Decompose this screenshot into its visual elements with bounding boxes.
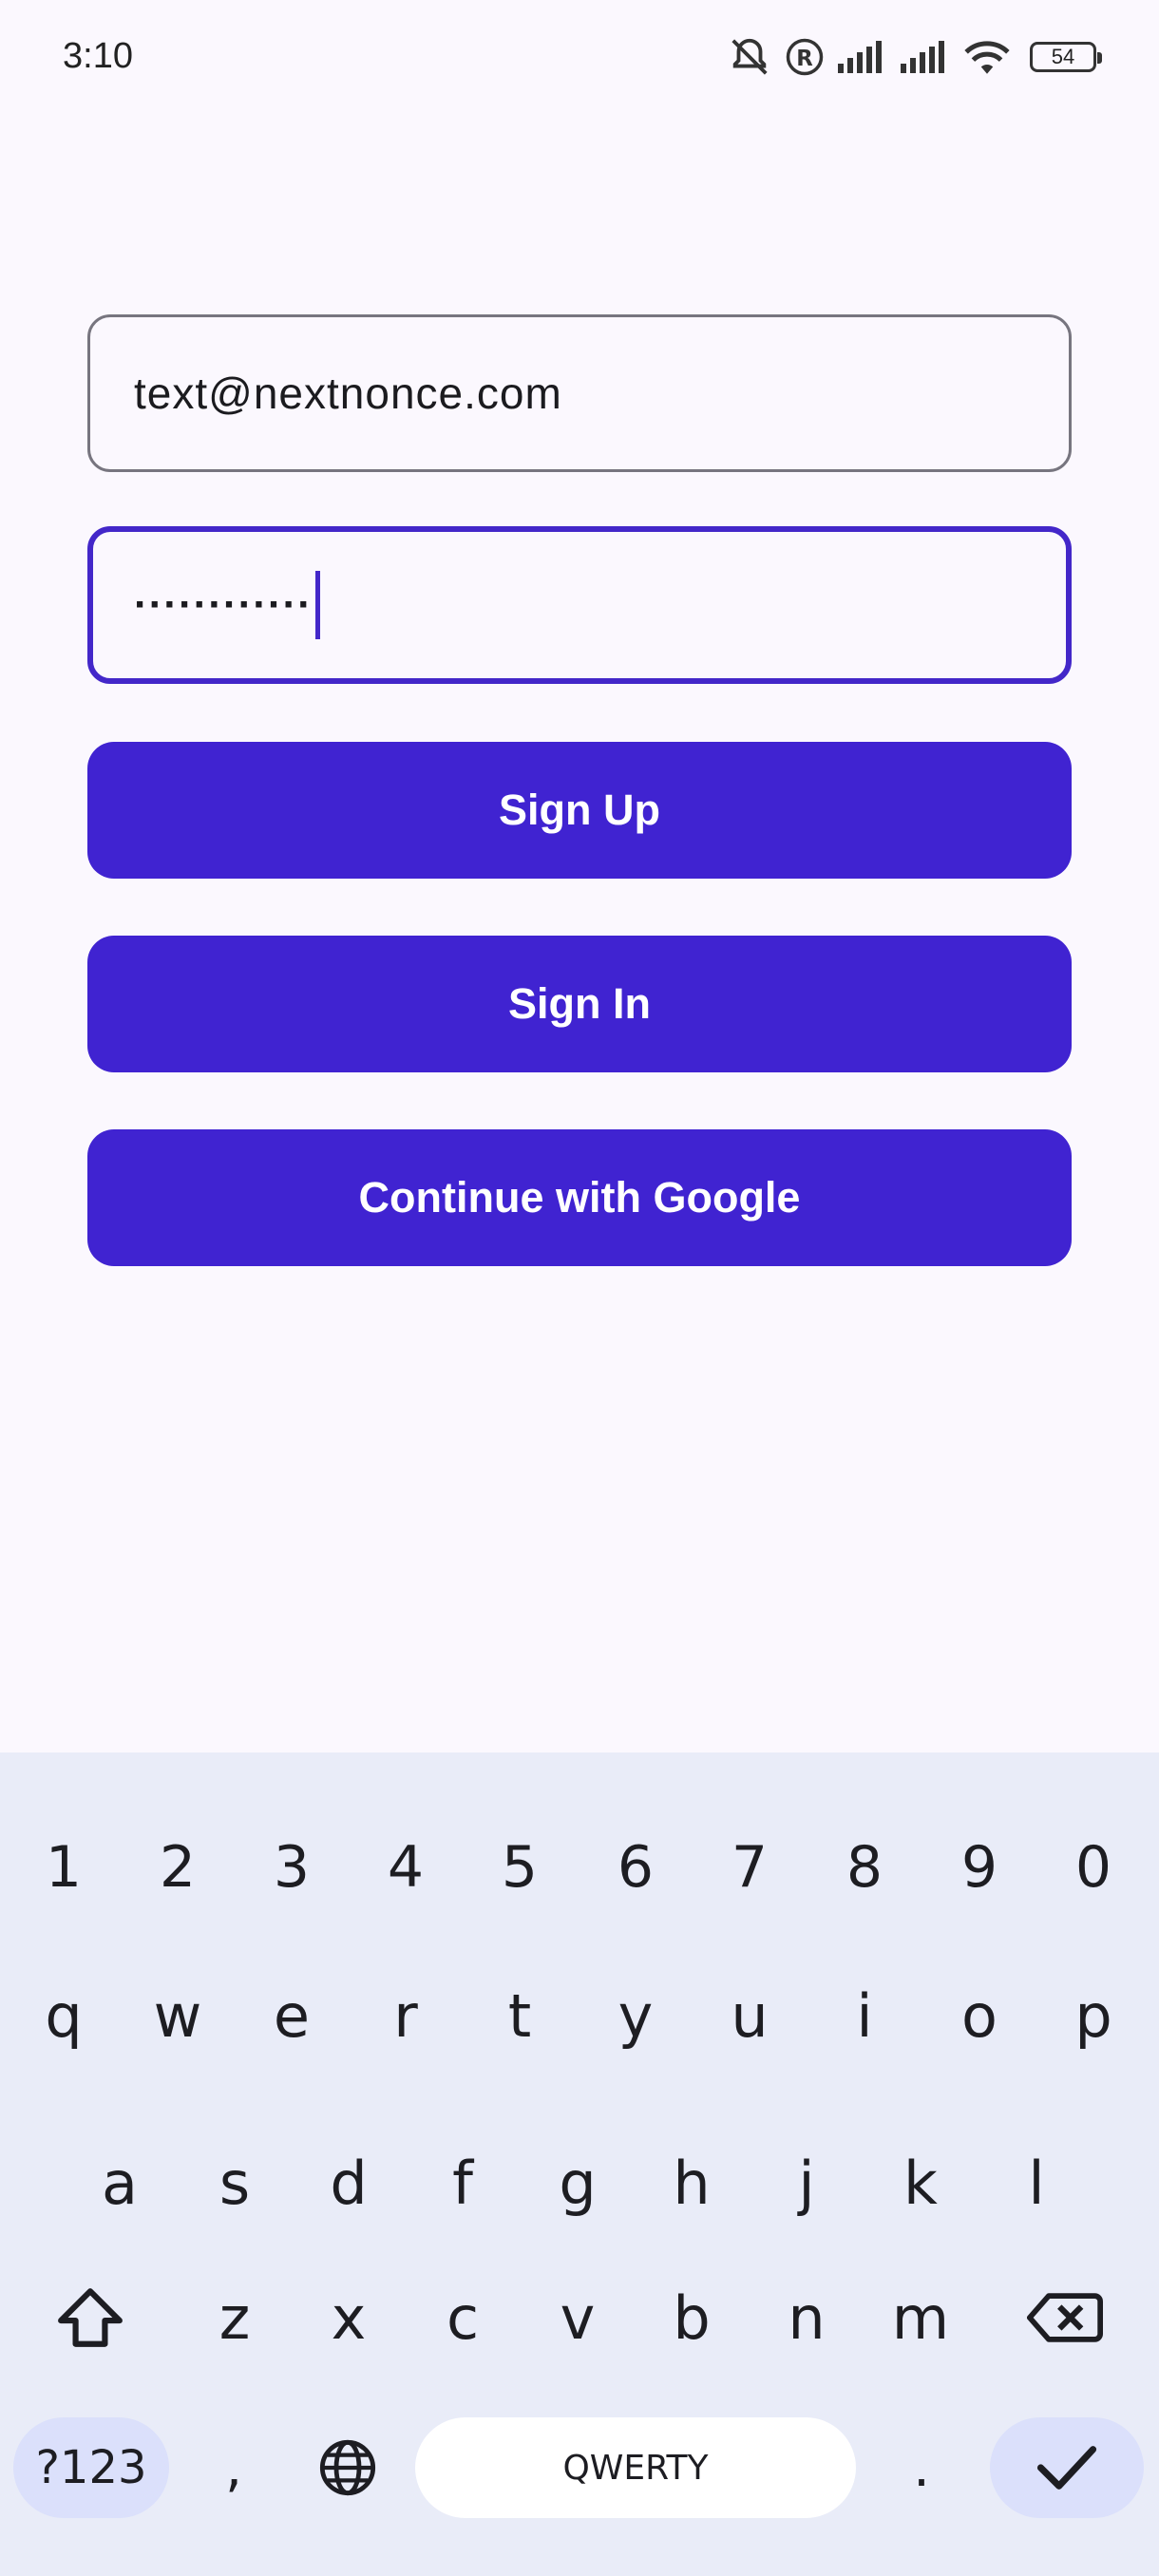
mute-icon — [728, 35, 771, 79]
backspace-key[interactable] — [1013, 2265, 1117, 2370]
continue-with-google-button[interactable]: Continue with Google — [87, 1129, 1072, 1266]
symbols-key[interactable]: ?123 — [13, 2417, 169, 2518]
password-value: ············ — [134, 581, 313, 628]
email-value: text@nextnonce.com — [134, 369, 562, 418]
battery-icon: 54 — [1030, 42, 1102, 72]
key-f[interactable]: f — [410, 2131, 515, 2235]
key-8[interactable]: 8 — [812, 1815, 917, 1920]
key-o[interactable]: o — [927, 1963, 1032, 2068]
comma-key[interactable]: , — [186, 2417, 281, 2518]
key-c[interactable]: c — [410, 2265, 515, 2370]
wifi-icon — [963, 38, 1011, 76]
status-icons: R 54 — [728, 32, 1102, 82]
key-7[interactable]: 7 — [697, 1815, 802, 1920]
key-h[interactable]: h — [639, 2131, 744, 2235]
email-field[interactable]: text@nextnonce.com — [87, 314, 1072, 472]
key-m[interactable]: m — [868, 2265, 973, 2370]
signal-icon — [838, 41, 887, 73]
globe-icon — [319, 2439, 376, 2496]
sign-in-button[interactable]: Sign In — [87, 936, 1072, 1072]
sign-up-button[interactable]: Sign Up — [87, 742, 1072, 879]
key-k[interactable]: k — [868, 2131, 973, 2235]
key-i[interactable]: i — [812, 1963, 917, 2068]
check-icon — [1036, 2446, 1097, 2490]
key-b[interactable]: b — [639, 2265, 744, 2370]
shift-key[interactable] — [38, 2265, 142, 2370]
password-field[interactable]: ············ — [87, 526, 1072, 684]
key-z[interactable]: z — [182, 2265, 287, 2370]
key-x[interactable]: x — [296, 2265, 401, 2370]
shift-icon — [58, 2288, 123, 2347]
registered-icon: R — [785, 37, 825, 77]
key-2[interactable]: 2 — [125, 1815, 230, 1920]
space-key[interactable]: QWERTY — [415, 2417, 856, 2518]
key-r[interactable]: r — [353, 1963, 458, 2068]
key-4[interactable]: 4 — [353, 1815, 458, 1920]
signal-icon — [901, 41, 950, 73]
battery-level: 54 — [1051, 45, 1075, 68]
language-key[interactable] — [300, 2417, 395, 2518]
key-y[interactable]: y — [583, 1963, 688, 2068]
key-1[interactable]: 1 — [11, 1815, 116, 1920]
key-g[interactable]: g — [525, 2131, 630, 2235]
key-l[interactable]: l — [984, 2131, 1089, 2235]
login-screen: 3:10 R 54 text@nextnonce.com ···········… — [0, 0, 1159, 2576]
period-key[interactable]: . — [874, 2417, 969, 2518]
key-3[interactable]: 3 — [239, 1815, 344, 1920]
key-9[interactable]: 9 — [927, 1815, 1032, 1920]
key-s[interactable]: s — [182, 2131, 287, 2235]
status-time: 3:10 — [63, 36, 133, 76]
key-n[interactable]: n — [754, 2265, 859, 2370]
key-u[interactable]: u — [697, 1963, 802, 2068]
key-a[interactable]: a — [67, 2131, 172, 2235]
key-v[interactable]: v — [525, 2265, 630, 2370]
key-w[interactable]: w — [125, 1963, 230, 2068]
key-0[interactable]: 0 — [1041, 1815, 1146, 1920]
key-p[interactable]: p — [1041, 1963, 1146, 2068]
status-bar: 3:10 R 54 — [0, 0, 1159, 114]
key-j[interactable]: j — [754, 2131, 859, 2235]
enter-key[interactable] — [990, 2417, 1144, 2518]
key-q[interactable]: q — [11, 1963, 116, 2068]
backspace-icon — [1027, 2293, 1103, 2342]
text-cursor — [314, 571, 320, 639]
key-5[interactable]: 5 — [467, 1815, 572, 1920]
soft-keyboard: 1 2 3 4 5 6 7 8 9 0 q w e r t y u i o p … — [0, 1752, 1159, 2576]
svg-text:R: R — [796, 47, 813, 71]
key-t[interactable]: t — [467, 1963, 572, 2068]
key-6[interactable]: 6 — [583, 1815, 688, 1920]
key-e[interactable]: e — [239, 1963, 344, 2068]
key-d[interactable]: d — [296, 2131, 401, 2235]
